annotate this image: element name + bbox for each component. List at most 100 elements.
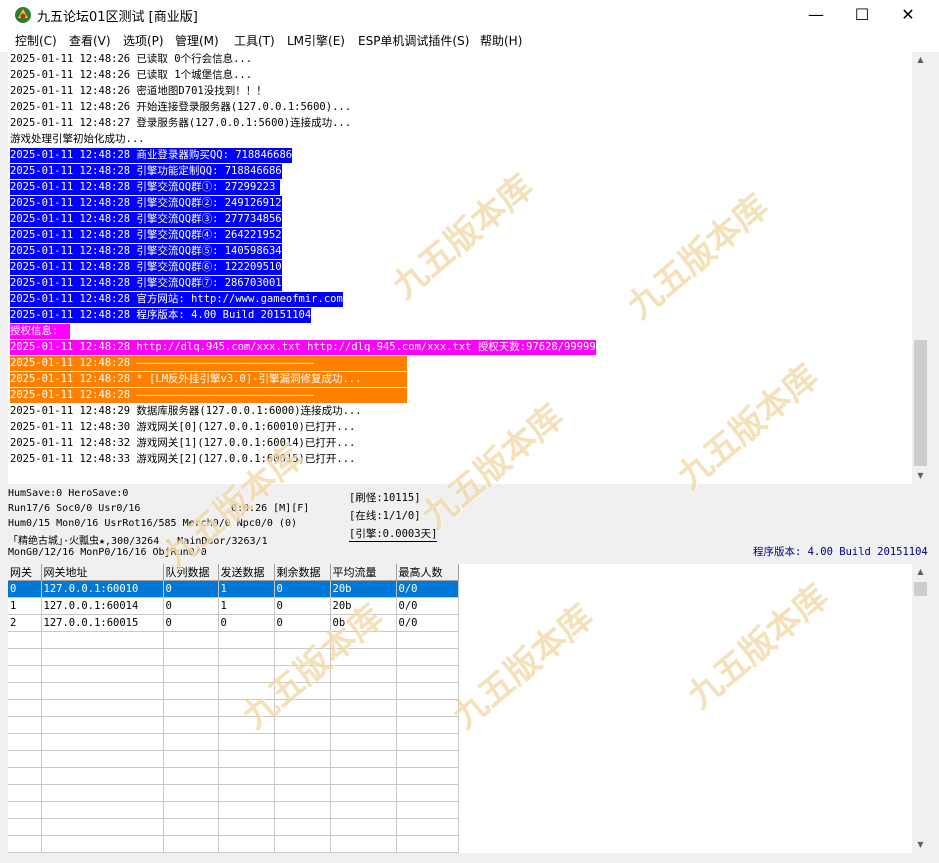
empty-cell	[330, 733, 397, 751]
grid-scrollbar[interactable]: ▲ ▼	[912, 564, 929, 853]
scroll-down-icon[interactable]: ▼	[912, 468, 929, 484]
empty-cell	[218, 801, 275, 819]
log-line: 2025-01-11 12:48:28 ————————————————————…	[10, 388, 407, 403]
scroll-thumb[interactable]	[914, 340, 927, 466]
menu-lm-engine[interactable]: LM引擎(E)	[287, 32, 345, 49]
table-cell: 0/0	[396, 580, 459, 598]
empty-cell	[8, 784, 42, 802]
table-cell: 20b	[330, 580, 397, 598]
empty-cell	[396, 665, 459, 683]
log-line: 2025-01-11 12:48:28 程序版本: 4.00 Build 201…	[10, 308, 312, 323]
empty-cell	[396, 750, 459, 768]
log-line: 2025-01-11 12:48:28 引擎交流QQ群⑥: 122209510	[10, 260, 282, 275]
status-map: 「精绝古城」·火瓢虫★,300/3264 - MainDoor/3263/1	[8, 536, 268, 547]
app-icon	[15, 7, 31, 23]
empty-cell	[8, 648, 42, 666]
empty-cell	[163, 801, 219, 819]
title-bar: 九五论坛01区测试 [商业版] — ☐ ✕	[0, 0, 939, 30]
empty-row	[8, 784, 459, 802]
table-row[interactable]: 2 127.0.0.1:60015 0 0 0 0b 0/0	[8, 614, 459, 632]
table-cell: 0	[163, 597, 219, 615]
menu-help[interactable]: 帮助(H)	[480, 32, 522, 49]
empty-cell	[8, 818, 42, 836]
refresh-counter: [刷怪:10115]	[349, 492, 421, 504]
column-header[interactable]: 队列数据	[163, 564, 219, 581]
version-label: 程序版本: 4.00 Build 20151104	[753, 546, 928, 558]
status-monsters: MonG0/12/16 MonP0/16/16 ObjRun0/0	[8, 547, 207, 558]
column-header[interactable]: 剩余数据	[274, 564, 331, 581]
log-line: 2025-01-11 12:48:28 引擎交流QQ群⑦: 286703001	[10, 276, 282, 291]
table-cell: 1	[218, 597, 275, 615]
menu-esp-plugin[interactable]: ESP单机调试插件(S)	[358, 32, 469, 49]
empty-cell	[396, 767, 459, 785]
empty-cell	[218, 648, 275, 666]
menu-tools[interactable]: 工具(T)	[234, 32, 275, 49]
menu-options[interactable]: 选项(P)	[123, 32, 164, 49]
empty-cell	[163, 665, 219, 683]
empty-cell	[8, 852, 42, 853]
empty-cell	[330, 699, 397, 717]
menu-control[interactable]: 控制(C)	[15, 32, 57, 49]
table-cell: 0	[274, 580, 331, 598]
log-panel[interactable]: 2025-01-11 12:48:26 已读取 0个行会信息... 2025-01…	[8, 52, 912, 484]
column-header[interactable]: 最高人数	[396, 564, 459, 581]
empty-cell	[8, 750, 42, 768]
empty-cell	[274, 818, 331, 836]
table-row[interactable]: 0 127.0.0.1:60010 0 1 0 20b 0/0	[8, 580, 459, 598]
log-line: 2025-01-11 12:48:26 开始连接登录服务器(127.0.0.1:…	[10, 101, 352, 113]
empty-cell	[330, 835, 397, 853]
scroll-up-icon[interactable]: ▲	[912, 52, 929, 68]
empty-cell	[41, 733, 164, 751]
log-line: 2025-01-11 12:48:26 已读取 0个行会信息...	[10, 53, 253, 65]
empty-cell	[8, 835, 42, 853]
log-line: 2025-01-11 12:48:26 密道地图D701没找到！！！	[10, 85, 267, 97]
empty-cell	[41, 716, 164, 734]
log-scrollbar[interactable]: ▲ ▼	[912, 52, 929, 484]
column-header[interactable]: 网关地址	[41, 564, 164, 581]
gateway-grid[interactable]: 网关 网关地址 队列数据 发送数据 剩余数据 平均流量 最高人数 0 127.0.0.1:60…	[8, 564, 912, 853]
empty-cell	[396, 699, 459, 717]
empty-cell	[8, 699, 42, 717]
grid-scroll-up-icon[interactable]: ▲	[912, 564, 929, 580]
minimize-button[interactable]: —	[793, 0, 839, 30]
empty-cell	[163, 631, 219, 649]
empty-cell	[274, 699, 331, 717]
table-cell: 0	[163, 580, 219, 598]
log-line: 授权信息:	[10, 324, 70, 339]
log-line: 2025-01-11 12:48:28 引擎交流QQ群②: 249126912	[10, 196, 282, 211]
table-row[interactable]: 1 127.0.0.1:60014 0 1 0 20b 0/0	[8, 597, 459, 615]
empty-row	[8, 801, 459, 819]
close-button[interactable]: ✕	[885, 0, 931, 30]
empty-cell	[8, 665, 42, 683]
empty-cell	[163, 852, 219, 853]
table-cell: 0	[218, 614, 275, 632]
column-header[interactable]: 发送数据	[218, 564, 275, 581]
maximize-button[interactable]: ☐	[839, 0, 885, 30]
menu-view[interactable]: 查看(V)	[69, 32, 111, 49]
empty-cell	[41, 852, 164, 853]
empty-cell	[396, 801, 459, 819]
empty-cell	[41, 767, 164, 785]
empty-cell	[8, 767, 42, 785]
log-line: 游戏处理引擎初始化成功...	[10, 133, 145, 145]
empty-cell	[218, 750, 275, 768]
empty-cell	[218, 631, 275, 649]
empty-row	[8, 852, 459, 853]
empty-cell	[274, 750, 331, 768]
column-header[interactable]: 平均流量	[330, 564, 397, 581]
empty-cell	[396, 818, 459, 836]
empty-cell	[163, 750, 219, 768]
empty-cell	[41, 784, 164, 802]
column-header[interactable]: 网关	[8, 564, 42, 581]
grid-scroll-down-icon[interactable]: ▼	[912, 837, 929, 853]
log-line: 2025-01-11 12:48:28 商业登录器购买QQ: 718846686	[10, 148, 293, 163]
menu-manage[interactable]: 管理(M)	[175, 32, 219, 49]
empty-cell	[41, 648, 164, 666]
table-cell: 1	[8, 597, 42, 615]
empty-cell	[218, 784, 275, 802]
empty-cell	[163, 733, 219, 751]
empty-cell	[274, 716, 331, 734]
grid-scroll-thumb[interactable]	[914, 582, 927, 596]
empty-cell	[41, 818, 164, 836]
empty-cell	[396, 631, 459, 649]
